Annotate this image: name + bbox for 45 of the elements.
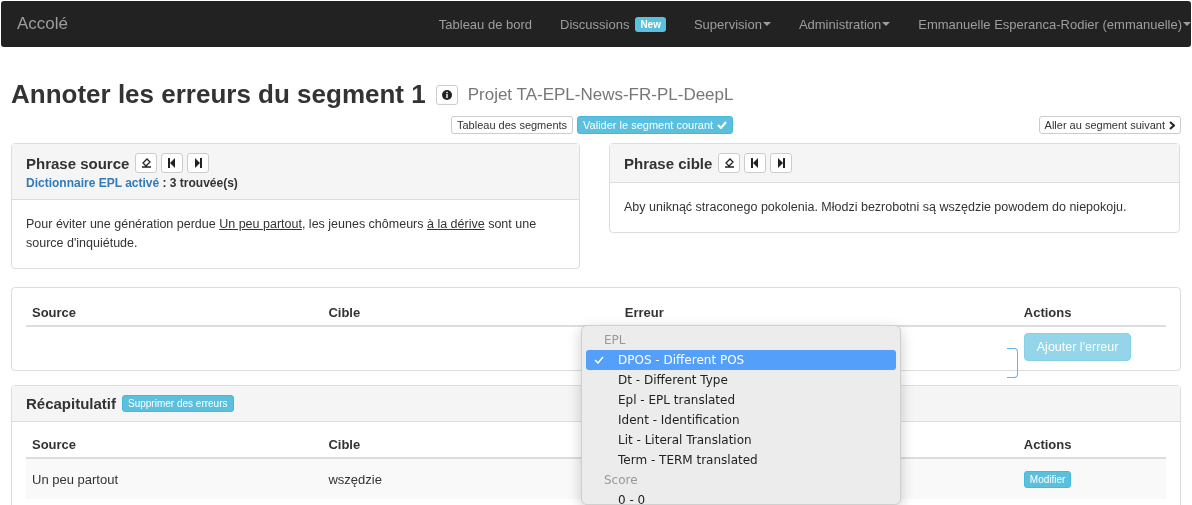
dropdown-option[interactable]: 0 - 0	[586, 490, 896, 504]
source-sentence: Pour éviter une génération perdue Un peu partout, les jeunes chômeurs à la dérive sont une source d'inquiétude.	[26, 216, 538, 252]
dropdown-option[interactable]: Epl - EPL translated	[586, 390, 896, 410]
dropdown-option[interactable]: Lit - Literal Translation	[586, 430, 896, 450]
eraser-icon	[140, 158, 152, 168]
project-name: Projet TA-EPL-News-FR-PL-DeepL	[467, 84, 734, 105]
first-button[interactable]	[744, 153, 767, 173]
skip-back-icon	[168, 158, 177, 168]
table-cell: Un peu partout	[32, 471, 118, 487]
panel-title: Phrase source	[26, 154, 130, 172]
first-button[interactable]	[161, 153, 184, 173]
info-icon	[441, 89, 452, 100]
last-button[interactable]	[770, 153, 793, 173]
brand[interactable]: Accolé	[17, 14, 439, 34]
panel-title: Phrase cible	[624, 154, 713, 172]
nav-link[interactable]: Administration	[798, 16, 891, 32]
dropdown-option[interactable]: Dt - Different Type	[586, 370, 896, 390]
dictionary-link[interactable]: Dictionnaire EPL activé	[26, 176, 160, 190]
page-title: Annoter les erreurs du segment 1	[11, 79, 426, 110]
panel-title: Récapitulatif	[26, 395, 116, 412]
skip-forward-icon	[777, 158, 786, 168]
table-cell: wszędzie	[328, 471, 382, 487]
group-label: EPL	[603, 332, 627, 349]
select-field[interactable]	[1006, 348, 1018, 378]
next-segment-button[interactable]: Aller au segment suivant	[1038, 116, 1181, 134]
clear-button[interactable]	[718, 153, 741, 173]
check-icon	[717, 121, 728, 129]
info-button[interactable]	[435, 84, 458, 105]
segments-table-button[interactable]: Tableau des segments	[451, 116, 574, 134]
new-badge: New	[635, 16, 666, 32]
check-icon	[594, 356, 604, 364]
clear-button[interactable]	[135, 153, 158, 173]
eraser-icon	[723, 158, 735, 168]
match-count: : 3 trouvée(s)	[162, 176, 238, 190]
skip-back-icon	[751, 158, 760, 168]
nav-link[interactable]: Tableau de bord	[438, 16, 533, 32]
last-button[interactable]	[187, 153, 210, 173]
nav-link[interactable]: Discussions New	[560, 16, 666, 32]
target-sentence: Aby uniknąć straconego pokolenia. Młodzi bezrobotni są wszędzie powodem do niepokoju.	[624, 199, 1128, 216]
dropdown-option[interactable]: Ident - Identification	[586, 410, 896, 430]
nav-link[interactable]: Emmanuelle Esperanca-Rodier (emmanuelle)	[918, 16, 1191, 32]
skip-forward-icon	[194, 158, 203, 168]
chevron-right-icon	[1169, 120, 1175, 130]
group-label: Score	[603, 472, 639, 489]
nav-link[interactable]: Supervision	[693, 16, 771, 32]
